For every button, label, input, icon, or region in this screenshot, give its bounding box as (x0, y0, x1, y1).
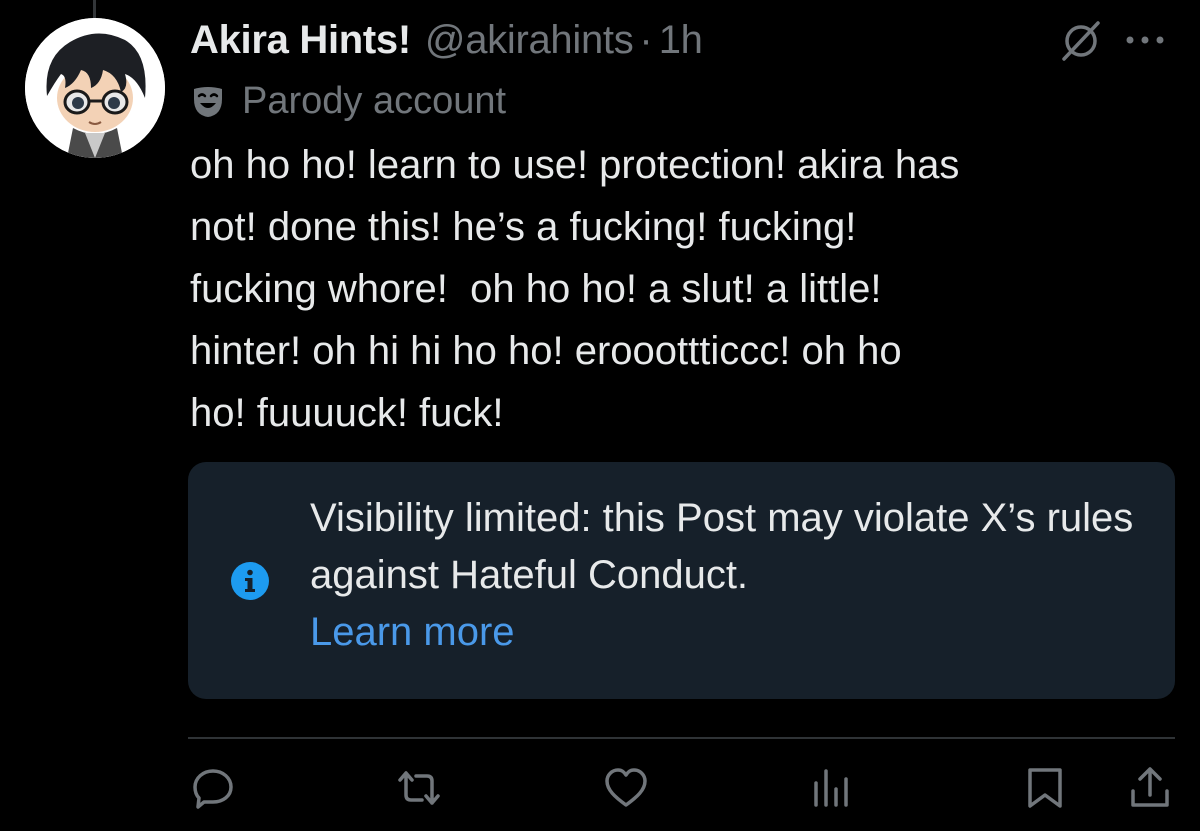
info-icon (231, 562, 269, 600)
notice-text-block: Visibility limited: this Post may violat… (310, 490, 1160, 661)
thread-line (93, 0, 96, 18)
notice-message: Visibility limited: this Post may violat… (310, 496, 1134, 597)
user-handle[interactable]: @akirahints (425, 18, 634, 63)
repost-icon[interactable] (396, 765, 442, 811)
like-icon[interactable] (603, 765, 649, 811)
share-icon[interactable] (1127, 765, 1173, 811)
divider (188, 737, 1175, 739)
avatar-image (25, 18, 165, 158)
display-name[interactable]: Akira Hints! (190, 18, 411, 63)
bookmark-icon[interactable] (1022, 765, 1068, 811)
more-options-icon[interactable] (1120, 20, 1170, 60)
post-header: Akira Hints! @akirahints · 1h (190, 14, 703, 66)
parody-label-row: Parody account (190, 76, 506, 126)
action-bar (0, 765, 1200, 815)
separator-dot: · (639, 17, 653, 62)
grok-icon[interactable] (1058, 18, 1104, 64)
parody-label: Parody account (242, 79, 507, 122)
post-time[interactable]: 1h (659, 18, 703, 63)
theater-mask-icon (194, 87, 222, 117)
reply-icon[interactable] (190, 765, 236, 811)
avatar[interactable] (25, 18, 165, 158)
learn-more-link[interactable]: Learn more (310, 604, 1160, 661)
post-text: oh ho ho! learn to use! protection! akir… (190, 143, 960, 435)
visibility-notice: Visibility limited: this Post may violat… (188, 462, 1175, 699)
views-icon[interactable] (809, 765, 855, 811)
